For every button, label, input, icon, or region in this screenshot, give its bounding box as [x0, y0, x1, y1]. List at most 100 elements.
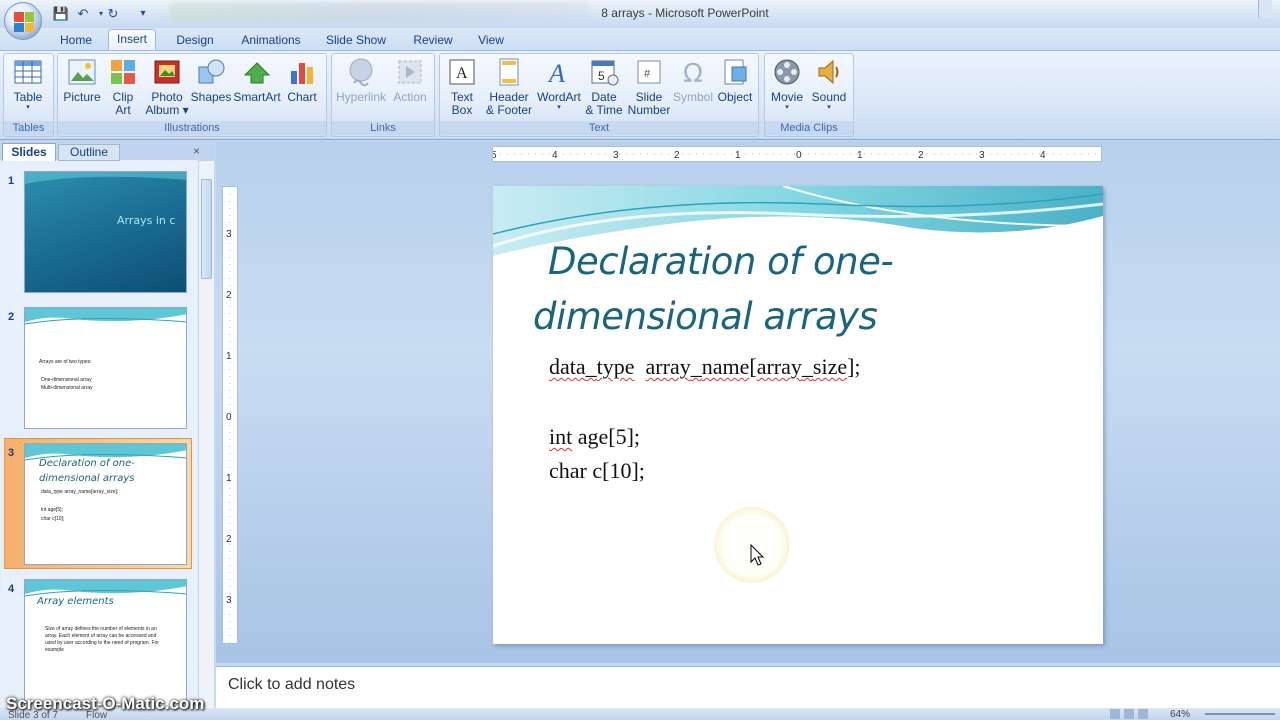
- office-button[interactable]: [4, 2, 42, 40]
- ruler-ticks: 3 2 1 0 1 2 3: [226, 187, 232, 643]
- object-icon: [724, 59, 747, 85]
- window-title: 8 arrays - Microsoft PowerPoint: [601, 6, 769, 20]
- omega-icon: Ω: [683, 59, 703, 87]
- clip-art-icon: [111, 60, 135, 84]
- ruler-label: 2: [226, 290, 232, 301]
- slide-title-line: Declaration of one-: [548, 240, 894, 283]
- wordart-button[interactable]: A WordArt ▾: [534, 57, 584, 112]
- slide-title-line: dimensional arrays: [533, 295, 878, 338]
- header-footer-icon: [499, 58, 519, 86]
- tab-view[interactable]: View: [472, 32, 510, 50]
- wordart-icon: A: [547, 59, 565, 87]
- date-time-button[interactable]: 5 Date & Time: [579, 57, 629, 117]
- chart-icon: [291, 63, 313, 84]
- slide-thumbnail-1[interactable]: Arrays in c: [24, 171, 187, 293]
- hyperlink-button[interactable]: Hyperlink: [336, 57, 386, 104]
- ruler-label: 3: [979, 150, 985, 161]
- ruler-ticks: 54321012345: [491, 150, 1107, 161]
- action-icon: [398, 60, 422, 84]
- object-button[interactable]: Object: [710, 57, 760, 104]
- shapes-icon: [198, 59, 225, 84]
- slide-number: 3: [8, 447, 15, 459]
- ruler-label: 2: [226, 534, 232, 545]
- zoom-slider[interactable]: [1205, 713, 1275, 715]
- ruler-label: 1: [226, 473, 232, 484]
- slide-number: 2: [8, 311, 15, 323]
- tab-slide-show[interactable]: Slide Show: [322, 32, 390, 50]
- thumbnail-wave: [25, 172, 186, 184]
- notes-placeholder[interactable]: Click to add notes: [228, 676, 355, 694]
- thumbnail-text: Size of array defines the number of elem…: [45, 626, 157, 632]
- mouse-pointer-icon: [750, 544, 764, 566]
- tab-insert[interactable]: Insert: [108, 29, 156, 51]
- text-box-button[interactable]: A Text Box: [437, 57, 487, 117]
- table-button[interactable]: Table ▾: [3, 57, 53, 112]
- vertical-ruler[interactable]: 3 2 1 0 1 2 3: [222, 186, 238, 644]
- clip-art-button[interactable]: Clip Art: [98, 57, 148, 117]
- sound-button[interactable]: Sound ▾: [804, 57, 854, 112]
- smartart-icon: [243, 62, 271, 84]
- svg-text:5: 5: [598, 69, 605, 83]
- slide-number: 4: [8, 583, 15, 595]
- ruler-label: 3: [613, 150, 619, 161]
- chart-button[interactable]: Chart: [277, 57, 327, 104]
- slide-number-button[interactable]: # Slide Number: [624, 57, 674, 117]
- ruler-label: 3: [226, 595, 232, 606]
- table-icon: [14, 60, 42, 84]
- view-buttons[interactable]: [1110, 709, 1160, 719]
- thumbnail-text: Arrays are of two types:: [39, 359, 92, 365]
- tab-home[interactable]: Home: [56, 32, 96, 50]
- ruler-label: 1: [735, 150, 741, 161]
- notes-pane[interactable]: [216, 666, 1280, 708]
- thumbnail-title: Declaration of one-dimensional arrays: [39, 458, 135, 484]
- ruler-label: 4: [552, 150, 558, 161]
- slide-thumbnail-2[interactable]: Arrays are of two types: One-dimensional…: [24, 307, 187, 429]
- thumbnail-text: int age[5];: [41, 507, 63, 513]
- smartart-button[interactable]: SmartArt: [232, 57, 282, 104]
- horizontal-ruler[interactable]: 54321012345: [491, 146, 1107, 162]
- ruler-label: 0: [226, 412, 232, 423]
- ruler-label: 5: [493, 150, 497, 161]
- slide-number-icon: #: [637, 60, 661, 84]
- ruler-label: 2: [918, 150, 924, 161]
- slide-thumbnail-3[interactable]: Declaration of one-dimensional arrays da…: [24, 443, 187, 565]
- tab-review[interactable]: Review: [408, 32, 458, 50]
- svg-text:A: A: [456, 65, 468, 82]
- svg-text:A: A: [547, 59, 565, 87]
- code-line-char[interactable]: char c[10];: [549, 458, 645, 484]
- scrollbar-thumb[interactable]: [201, 179, 212, 279]
- code-line-declaration[interactable]: data_type array_name[array_size];: [549, 354, 861, 380]
- ruler-label: 1: [857, 150, 863, 161]
- watermark: Screencast-O-Matic.com: [6, 694, 205, 713]
- slide-canvas[interactable]: Declaration of one- dimensional arrays d…: [493, 186, 1103, 644]
- ruler-label: 3: [226, 229, 232, 240]
- zoom-level[interactable]: 64%: [1170, 709, 1190, 720]
- ruler-label: 2: [674, 150, 680, 161]
- thumbnail-text: example: [45, 647, 64, 653]
- minimize-button[interactable]: [1258, 0, 1272, 18]
- header-footer-button[interactable]: Header & Footer: [484, 57, 534, 117]
- shapes-button[interactable]: Shapes: [186, 57, 236, 104]
- tab-slides[interactable]: Slides: [2, 143, 56, 161]
- thumbnail-text: array. Each element of array can be acce…: [45, 633, 157, 639]
- thumbnail-bullet: Multi-dimensional array: [41, 385, 93, 391]
- photo-album-button[interactable]: Photo Album ▾: [142, 57, 192, 117]
- thumbnail-text: data_type array_name[array_size];: [41, 489, 119, 495]
- svg-text:#: #: [644, 68, 651, 80]
- text-box-icon: A: [449, 59, 475, 85]
- tab-outline[interactable]: Outline: [58, 144, 120, 161]
- tab-design[interactable]: Design: [170, 32, 220, 50]
- thumbnail-title: Arrays in c: [117, 214, 176, 227]
- close-icon[interactable]: ×: [193, 144, 200, 158]
- thumbnail-wave: [25, 308, 186, 325]
- tab-animations[interactable]: Animations: [236, 32, 306, 50]
- calendar-icon: 5: [591, 60, 619, 86]
- code-line-int[interactable]: int age[5];: [549, 424, 640, 450]
- action-button[interactable]: Action: [385, 57, 435, 104]
- picture-icon: [68, 59, 96, 85]
- thumbnail-text: used by user according to the need of pr…: [45, 640, 159, 646]
- ruler-label: 1: [226, 351, 232, 362]
- ruler-label: 0: [796, 150, 802, 161]
- slide-title[interactable]: Declaration of one- dimensional arrays: [533, 234, 1093, 344]
- slides-pane-scrollbar[interactable]: [198, 161, 214, 720]
